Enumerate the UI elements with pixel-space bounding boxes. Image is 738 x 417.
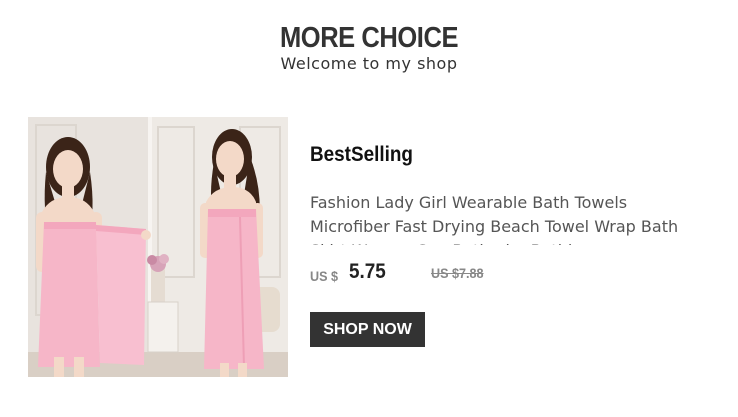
- shop-now-button[interactable]: SHOP NOW: [310, 312, 425, 347]
- product-image[interactable]: [28, 117, 288, 377]
- original-price: US $7.88: [431, 265, 484, 281]
- product-photo-illustration: [28, 117, 288, 377]
- price-row: US $ 5.75 US $7.88: [310, 258, 610, 288]
- product-title[interactable]: Fashion Lady Girl Wearable Bath Towels M…: [310, 191, 690, 245]
- current-price: 5.75: [349, 260, 386, 283]
- section-label-bestselling: BestSelling: [310, 143, 413, 166]
- page-title: MORE CHOICE: [279, 22, 459, 54]
- page-subtitle: Welcome to my shop: [280, 54, 458, 73]
- currency-label: US $: [310, 268, 339, 284]
